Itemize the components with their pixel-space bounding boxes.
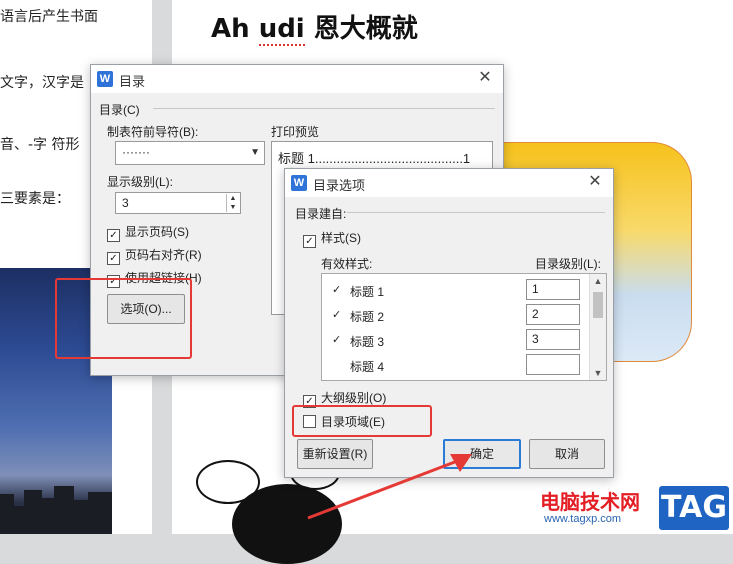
check-icon: ✓ bbox=[303, 235, 316, 248]
check-icon: ✓ bbox=[332, 284, 342, 296]
scroll-thumb[interactable] bbox=[593, 292, 603, 318]
toc-options-titlebar: W 目录选项 ✕ bbox=[285, 169, 613, 197]
build-from-label: 目录建自: bbox=[295, 207, 347, 221]
leader-value: ······· bbox=[122, 145, 150, 159]
styles-list[interactable]: ✓ 标题 1 1 ✓ 标题 2 2 ✓ 标题 3 3 标题 4 ▲ ▼ bbox=[321, 273, 607, 381]
doc-text-line: 语言后产生书面 bbox=[0, 9, 98, 25]
show-page-numbers-checkbox[interactable]: ✓ 显示页码(S) bbox=[107, 223, 189, 242]
preview-label: 打印预览 bbox=[271, 125, 320, 139]
red-arrow-annotation bbox=[307, 454, 472, 520]
cancel-button[interactable]: 取消 bbox=[529, 439, 605, 469]
style-name: 标题 1 bbox=[350, 285, 385, 299]
list-item[interactable]: ✓ 标题 1 1 bbox=[322, 278, 590, 303]
wps-app-icon: W bbox=[97, 71, 113, 87]
level-input[interactable]: 3 bbox=[526, 329, 580, 350]
doc-text-line: 文字，汉字是 bbox=[0, 75, 84, 91]
level-input[interactable]: 2 bbox=[526, 304, 580, 325]
tag-logo: TAG bbox=[659, 486, 729, 530]
toc-group-label: 目录(C) bbox=[99, 103, 140, 117]
level-input[interactable] bbox=[526, 354, 580, 375]
level-label: 显示级别(L): bbox=[107, 175, 174, 189]
divider bbox=[347, 212, 605, 213]
level-value: 3 bbox=[122, 196, 129, 210]
toc-options-title: 目录选项 bbox=[313, 178, 366, 193]
highlight-box bbox=[292, 405, 432, 437]
close-icon[interactable]: ✕ bbox=[585, 172, 605, 192]
check-icon: ✓ bbox=[332, 334, 342, 346]
close-icon[interactable]: ✕ bbox=[475, 68, 495, 88]
highlight-box bbox=[55, 278, 192, 359]
watermark-site-name: 电脑技术网 bbox=[540, 490, 640, 514]
available-styles-label: 有效样式: bbox=[321, 257, 373, 271]
toc-dialog-title: 目录 bbox=[119, 74, 146, 89]
level-input[interactable]: 1 bbox=[526, 279, 580, 300]
style-name: 标题 3 bbox=[350, 335, 385, 349]
scroll-up-icon[interactable]: ▲ bbox=[590, 276, 606, 286]
spinner-arrows-icon[interactable]: ▲ ▼ bbox=[226, 194, 239, 212]
styles-checkbox[interactable]: ✓ 样式(S) bbox=[303, 229, 361, 248]
chevron-down-icon: ▼ bbox=[250, 147, 260, 158]
right-align-checkbox[interactable]: ✓ 页码右对齐(R) bbox=[107, 246, 202, 265]
watermark-url: www.tagxp.com bbox=[544, 513, 622, 525]
leader-select[interactable]: ······· ▼ bbox=[115, 141, 265, 165]
check-icon: ✓ bbox=[332, 309, 342, 321]
level-spinner[interactable]: 3 ▲ ▼ bbox=[115, 192, 241, 214]
site-watermark: 电脑技术网 www.tagxp.com TAG bbox=[540, 484, 733, 534]
list-item[interactable]: ✓ 标题 2 2 bbox=[322, 303, 590, 328]
list-item[interactable]: ✓ 标题 3 3 bbox=[322, 328, 590, 353]
toc-dialog-titlebar: W 目录 ✕ bbox=[91, 65, 503, 93]
scroll-down-icon[interactable]: ▼ bbox=[590, 368, 606, 378]
scrollbar[interactable]: ▲ ▼ bbox=[589, 274, 606, 380]
style-name: 标题 4 bbox=[350, 360, 385, 374]
check-icon: ✓ bbox=[107, 252, 120, 265]
list-item[interactable]: 标题 4 bbox=[322, 353, 590, 378]
toc-level-label: 目录级别(L): bbox=[535, 257, 602, 271]
style-name: 标题 2 bbox=[350, 310, 385, 324]
leader-label: 制表符前导符(B): bbox=[107, 125, 199, 139]
document-heading: Ah udi 恩大概就 bbox=[211, 14, 418, 46]
doc-text-line: 三要素是： bbox=[0, 191, 70, 207]
divider bbox=[153, 108, 495, 109]
doc-text-line: 音、-字 符形 bbox=[0, 137, 80, 153]
wps-app-icon: W bbox=[291, 175, 307, 191]
check-icon: ✓ bbox=[107, 229, 120, 242]
